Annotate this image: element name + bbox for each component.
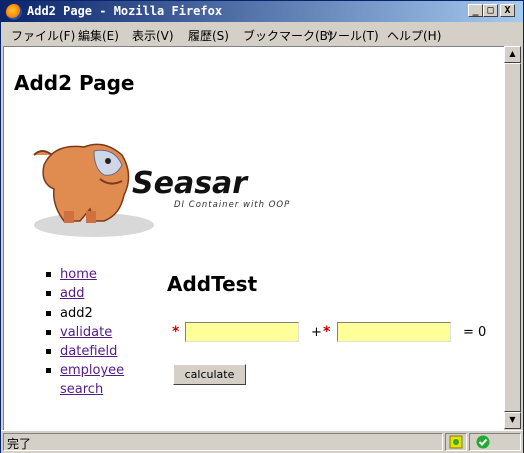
menu-edit[interactable]: 編集(E) [78,27,119,44]
menu-view[interactable]: 表示(V) [132,27,174,44]
minimize-button[interactable]: _ [468,4,483,17]
scroll-up-button[interactable]: ▲ [504,46,521,63]
nav-link-datefield[interactable]: datefield [60,344,117,359]
vertical-scrollbar[interactable]: ▲ ▼ [504,46,521,429]
scroll-thumb[interactable] [504,63,521,412]
seasar-logo: Seasar DI Container with OOP [33,143,290,237]
nav-list: home add add2 validate datefield employe… [46,265,130,399]
nav-current-add2: add2 [60,305,93,321]
scroll-down-button[interactable]: ▼ [504,412,521,429]
nav-item-home: home [46,265,130,284]
menu-bar: ファイル(F) 編集(E) 表示(V) 履歴(S) ブックマーク(B) ツール(… [1,23,523,66]
nav-item-datefield: datefield [46,342,130,361]
required-marker: * [323,324,331,340]
result-text: = 0 [463,325,487,340]
security-status[interactable] [469,433,521,451]
window-title: Add2 Page - Mozilla Firefox [27,4,223,18]
nav-link-employee-search[interactable]: employee search [60,361,130,399]
nav-item-add: add [46,284,130,303]
nav-link-validate[interactable]: validate [60,325,112,340]
menu-file[interactable]: ファイル(F) [11,27,75,44]
arg1-input[interactable] [185,322,299,342]
menu-bookmarks[interactable]: ブックマーク(B) [243,27,333,44]
logo-brand: Seasar [132,166,249,201]
page-content: Add2 Page Seasar DI Container with OOP h… [3,46,504,430]
menu-tools[interactable]: ツール(T) [326,27,379,44]
check-icon [476,435,490,449]
status-bar: 完了 [1,430,523,453]
nav-item-add2: add2 [46,304,130,323]
arg2-input[interactable] [337,322,451,342]
page-title: Add2 Page [14,71,135,95]
plus-sign: + [311,325,322,340]
nav-link-home[interactable]: home [60,267,97,282]
maximize-button[interactable]: □ [483,4,498,17]
menu-history[interactable]: 履歴(S) [188,27,229,44]
nav-item-validate: validate [46,323,130,342]
required-marker: * [172,324,180,340]
nav-item-employee-search: employee search [46,361,130,399]
browser-window: Add2 Page - Mozilla Firefox _ □ X ファイル(F… [0,0,524,453]
firefox-icon [6,4,22,20]
title-bar[interactable]: Add2 Page - Mozilla Firefox _ □ X [1,1,523,22]
close-button[interactable]: X [500,4,515,17]
menu-help[interactable]: ヘルプ(H) [387,27,441,44]
calculate-button[interactable]: calculate [173,364,246,385]
nav-link-add[interactable]: add [60,286,84,301]
addon-status[interactable] [445,433,467,451]
addon-icon [449,435,463,449]
logo-tagline: DI Container with OOP [174,200,290,210]
status-panel [3,433,443,451]
section-title: AddTest [167,272,258,296]
